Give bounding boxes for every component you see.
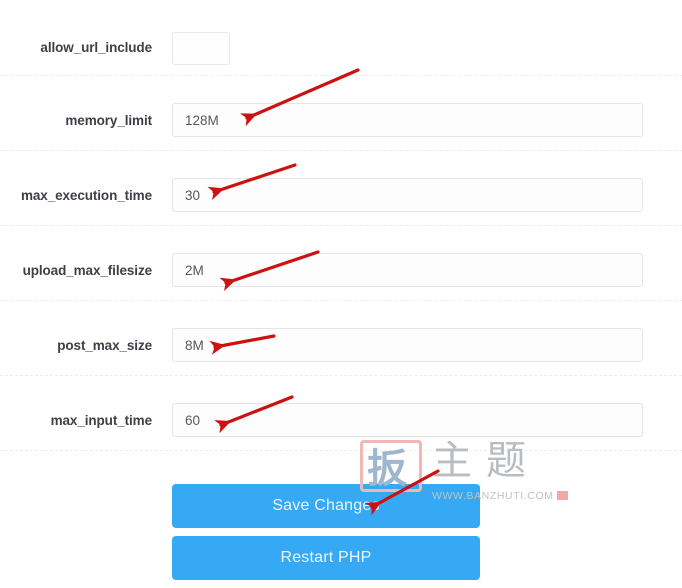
input-max-execution-time[interactable] (172, 178, 643, 212)
form-row: allow_url_include (0, 4, 682, 75)
field-label-memory-limit: memory_limit (65, 113, 152, 128)
input-post-max-size[interactable] (172, 328, 643, 362)
row-separator (0, 225, 682, 226)
form-actions: Save Changes Restart PHP (172, 484, 480, 588)
input-allow-url-include[interactable] (172, 32, 230, 65)
watermark-square-icon (557, 491, 568, 500)
input-upload-max-filesize[interactable] (172, 253, 643, 287)
row-separator (0, 375, 682, 376)
php-settings-form: allow_url_include memory_limit max_execu… (0, 0, 682, 580)
input-max-input-time[interactable] (172, 403, 643, 437)
row-separator (0, 75, 682, 76)
form-row: max_execution_time (0, 150, 682, 225)
form-row: upload_max_filesize (0, 225, 682, 300)
field-label-allow-url-include: allow_url_include (40, 40, 152, 55)
form-row: max_input_time (0, 375, 682, 450)
field-label-max-execution-time: max_execution_time (20, 188, 152, 203)
save-changes-button[interactable]: Save Changes (172, 484, 480, 528)
field-label-post-max-size: post_max_size (57, 338, 152, 353)
input-memory-limit[interactable] (172, 103, 643, 137)
watermark-logo-glyph: 扳 (367, 446, 407, 492)
form-row: memory_limit (0, 75, 682, 150)
field-label-upload-max-filesize: upload_max_filesize (22, 263, 153, 278)
row-separator (0, 450, 682, 451)
restart-php-button[interactable]: Restart PHP (172, 536, 480, 580)
form-row: post_max_size (0, 300, 682, 375)
row-separator (0, 300, 682, 301)
row-separator (0, 150, 682, 151)
field-label-max-input-time: max_input_time (50, 413, 152, 428)
